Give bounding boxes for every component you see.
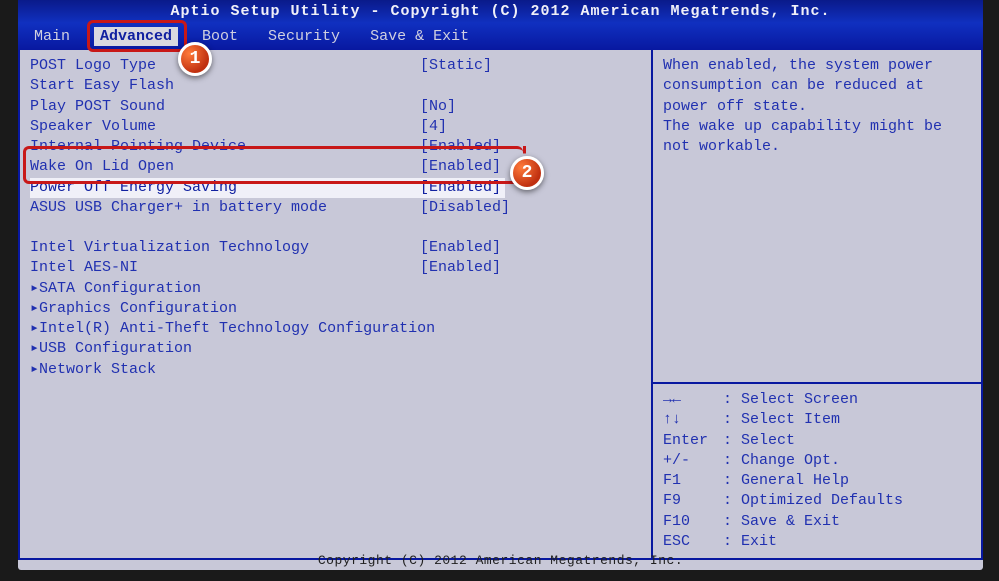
row-intel-aesni[interactable]: Intel AES-NI [Enabled] <box>30 258 641 278</box>
value: [Enabled] <box>420 157 501 177</box>
label: Start Easy Flash <box>30 76 420 96</box>
key: F1 <box>663 471 723 491</box>
row-anti-theft[interactable]: Intel(R) Anti-Theft Technology Configura… <box>30 319 641 339</box>
key: ↑↓ <box>663 410 723 430</box>
row-network-stack[interactable]: Network Stack <box>30 360 641 380</box>
body: POST Logo Type [Static] Start Easy Flash… <box>18 50 983 560</box>
key: F9 <box>663 491 723 511</box>
row-post-logo[interactable]: POST Logo Type [Static] <box>30 56 641 76</box>
desc: : Change Opt. <box>723 451 840 471</box>
value: [Disabled] <box>420 198 510 218</box>
help-pane: When enabled, the system power consumpti… <box>653 50 983 560</box>
bios-title: Aptio Setup Utility - Copyright (C) 2012… <box>18 0 983 23</box>
label: Intel AES-NI <box>30 258 420 278</box>
tab-save-exit[interactable]: Save & Exit <box>364 27 475 46</box>
row-internal-pointing[interactable]: Internal Pointing Device [Enabled] <box>30 137 641 157</box>
value: [Enabled] <box>420 137 501 157</box>
tab-main[interactable]: Main <box>28 27 76 46</box>
value: [Enabled] <box>420 178 501 198</box>
help-text: When enabled, the system power consumpti… <box>653 50 981 384</box>
value: [Enabled] <box>420 258 501 278</box>
desc: : Save & Exit <box>723 512 840 532</box>
label: POST Logo Type <box>30 56 420 76</box>
bios-screen: Aptio Setup Utility - Copyright (C) 2012… <box>18 0 983 570</box>
row-easy-flash[interactable]: Start Easy Flash <box>30 76 641 96</box>
row-gfx-config[interactable]: Graphics Configuration <box>30 299 641 319</box>
key: F10 <box>663 512 723 532</box>
label: Play POST Sound <box>30 97 420 117</box>
label: ASUS USB Charger+ in battery mode <box>30 198 420 218</box>
label: Power Off Energy Saving <box>30 178 420 198</box>
value: [Static] <box>420 56 492 76</box>
row-intel-vt[interactable]: Intel Virtualization Technology [Enabled… <box>30 238 641 258</box>
label: Intel(R) Anti-Theft Technology Configura… <box>39 319 429 339</box>
label: Internal Pointing Device <box>30 137 420 157</box>
label: Wake On Lid Open <box>30 157 420 177</box>
label: USB Configuration <box>39 339 429 359</box>
value: [4] <box>420 117 447 137</box>
tab-advanced[interactable]: Advanced <box>94 27 178 46</box>
settings-pane: POST Logo Type [Static] Start Easy Flash… <box>18 50 653 560</box>
footer-text: Copyright (C) 2012 American Megatrends, … <box>18 553 983 568</box>
label: Speaker Volume <box>30 117 420 137</box>
annotation-badge-2: 2 <box>510 156 544 190</box>
desc: : Select <box>723 431 795 451</box>
desc: : Select Screen <box>723 390 858 410</box>
label: Intel Virtualization Technology <box>30 238 420 258</box>
desc: : Optimized Defaults <box>723 491 903 511</box>
value: [No] <box>420 97 456 117</box>
label: Graphics Configuration <box>39 299 429 319</box>
menu-bar: Main Advanced Boot Security Save & Exit <box>18 23 983 50</box>
row-power-off-energy[interactable]: Power Off Energy Saving [Enabled] <box>30 178 505 198</box>
key: →← <box>663 390 723 410</box>
desc: : Select Item <box>723 410 840 430</box>
row-speaker-volume[interactable]: Speaker Volume [4] <box>30 117 641 137</box>
key: Enter <box>663 431 723 451</box>
label: Network Stack <box>39 360 429 380</box>
row-play-post-sound[interactable]: Play POST Sound [No] <box>30 97 641 117</box>
desc: : General Help <box>723 471 849 491</box>
row-usb-charger[interactable]: ASUS USB Charger+ in battery mode [Disab… <box>30 198 641 218</box>
value: [Enabled] <box>420 238 501 258</box>
annotation-badge-1: 1 <box>178 42 212 76</box>
label: SATA Configuration <box>39 279 429 299</box>
key: +/- <box>663 451 723 471</box>
row-sata-config[interactable]: SATA Configuration <box>30 279 641 299</box>
key-help: →←: Select Screen ↑↓: Select Item Enter:… <box>653 384 981 558</box>
key: ESC <box>663 532 723 552</box>
row-usb-config[interactable]: USB Configuration <box>30 339 641 359</box>
tab-security[interactable]: Security <box>262 27 346 46</box>
row-wake-on-lid[interactable]: Wake On Lid Open [Enabled] <box>30 157 641 177</box>
desc: : Exit <box>723 532 777 552</box>
